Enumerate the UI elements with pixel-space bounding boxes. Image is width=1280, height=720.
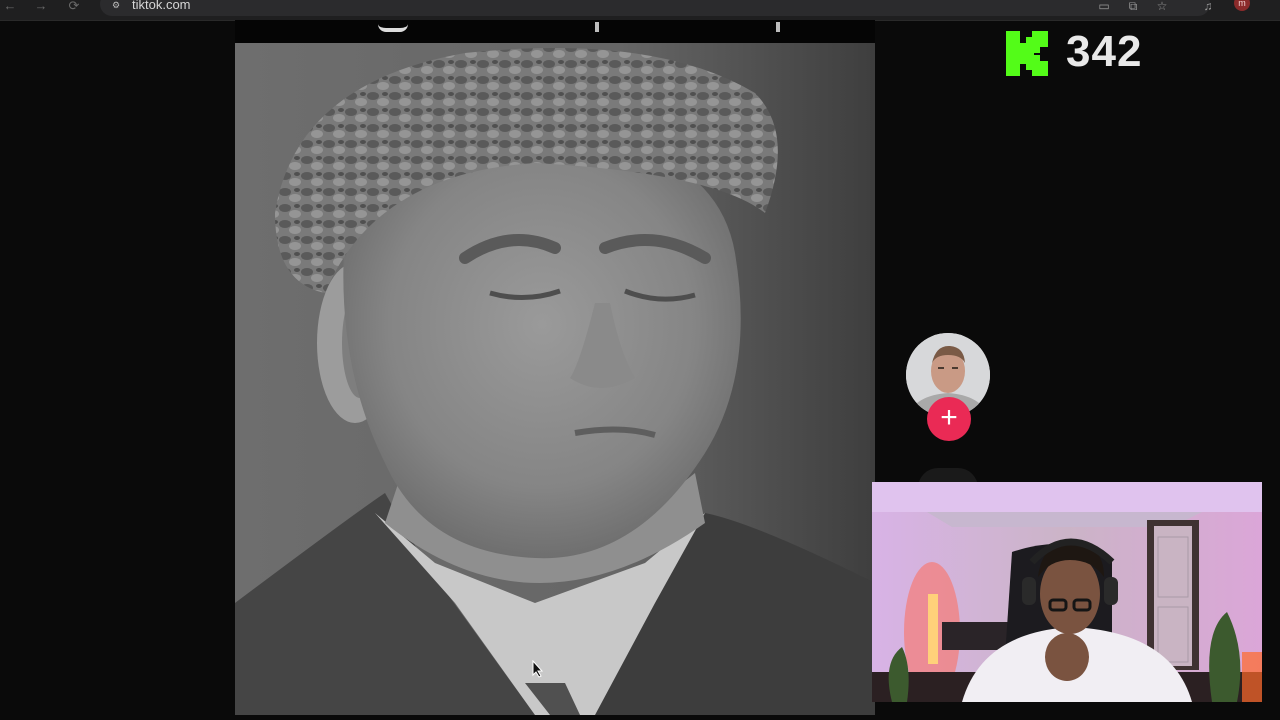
browser-toolbar: ← → ⟳ ⚙ tiktok.com ▭ ⧉ ☆ ♫ m xyxy=(0,0,1280,21)
address-bar[interactable]: ⚙ tiktok.com xyxy=(100,0,1210,16)
media-icon[interactable]: ♫ xyxy=(1200,0,1216,14)
forward-arrow-icon[interactable]: → xyxy=(33,0,49,14)
mouse-cursor-icon xyxy=(532,660,544,678)
video-caption-fragment xyxy=(235,20,875,43)
video-player[interactable] xyxy=(235,43,875,715)
site-info-icon[interactable]: ⚙ xyxy=(112,1,122,10)
profile-avatar[interactable]: m xyxy=(1234,0,1250,11)
reload-icon[interactable]: ⟳ xyxy=(66,0,82,14)
video-frame-portrait xyxy=(235,43,875,715)
cast-icon[interactable]: ▭ xyxy=(1096,0,1112,14)
kick-logo-icon xyxy=(1006,31,1048,76)
webcam-scene xyxy=(872,482,1262,702)
follow-button[interactable]: + xyxy=(927,397,971,441)
score-counter: 342 xyxy=(1066,27,1143,76)
url-text: tiktok.com xyxy=(132,0,191,12)
bookmark-star-icon[interactable]: ☆ xyxy=(1154,0,1170,14)
streamer-webcam xyxy=(872,482,1262,702)
translate-icon[interactable]: ⧉ xyxy=(1125,0,1141,14)
back-arrow-icon[interactable]: ← xyxy=(2,0,18,14)
